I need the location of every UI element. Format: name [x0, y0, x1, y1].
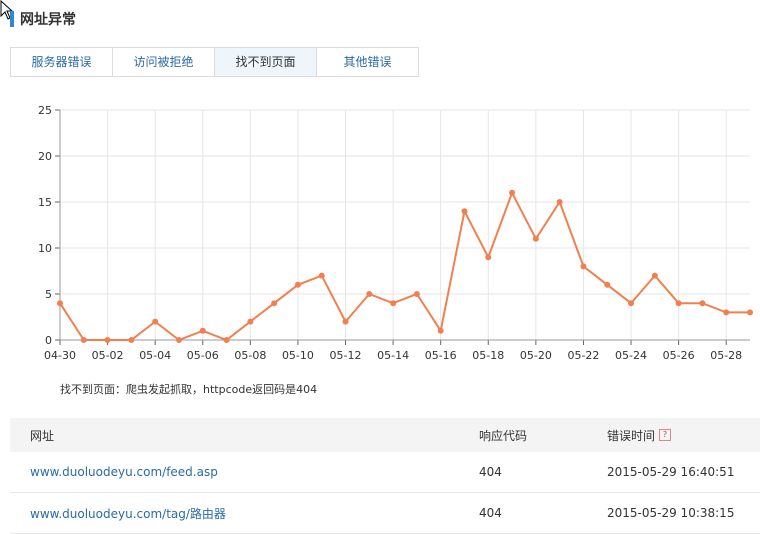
- x-tick-label: 05-04: [139, 349, 171, 362]
- data-point: [437, 327, 444, 334]
- header-error-time-label: 错误时间: [607, 428, 656, 443]
- data-point: [104, 337, 111, 343]
- data-point: [699, 300, 706, 307]
- data-point: [57, 300, 63, 307]
- x-tick-label: 05-10: [282, 349, 314, 362]
- data-point: [604, 281, 611, 288]
- x-tick-label: 05-02: [92, 349, 124, 362]
- data-point: [532, 235, 539, 242]
- url-link[interactable]: www.duoluodeyu.com/tag/路由器: [30, 507, 226, 521]
- data-point: [747, 309, 753, 316]
- tab-server-error[interactable]: 服务器错误: [11, 48, 113, 76]
- data-point: [294, 281, 301, 288]
- x-tick-label: 05-20: [520, 349, 552, 362]
- x-tick-label: 05-12: [330, 349, 362, 362]
- data-point: [318, 272, 325, 279]
- response-code: 404: [479, 506, 502, 520]
- data-point: [366, 291, 373, 297]
- series-line: [59, 190, 750, 342]
- data-point: [223, 337, 230, 343]
- data-point: [580, 263, 587, 270]
- data-point: [651, 272, 658, 279]
- url-link[interactable]: www.duoluodeyu.com/feed.asp: [30, 465, 218, 479]
- y-tick-label: 5: [45, 288, 52, 301]
- data-point: [175, 337, 182, 343]
- error-time: 2015-05-29 10:38:15: [607, 506, 735, 520]
- chart-caption: 找不到页面：爬虫发起抓取，httpcode返回码是404: [60, 383, 318, 396]
- data-point: [80, 337, 87, 343]
- x-tick-label: 05-06: [187, 349, 219, 362]
- response-code: 404: [479, 465, 502, 479]
- data-point: [342, 318, 349, 325]
- tab-other-errors[interactable]: 其他错误: [317, 48, 418, 76]
- y-tick-label: 15: [38, 196, 52, 209]
- data-point: [556, 199, 563, 205]
- data-point: [271, 300, 278, 307]
- data-point: [390, 300, 397, 307]
- data-point: [461, 208, 468, 215]
- data-point: [247, 318, 254, 325]
- y-tick-label: 0: [45, 334, 52, 347]
- table-row: www.duoluodeyu.com/feed.asp 404 2015-05-…: [10, 452, 760, 493]
- header-url: 网址: [30, 428, 55, 443]
- data-point: [152, 318, 159, 325]
- help-icon[interactable]: ?: [659, 429, 672, 441]
- tab-page-not-found[interactable]: 找不到页面: [215, 48, 317, 76]
- header-error-time: 错误时间 ?: [587, 427, 760, 444]
- header-response-code: 响应代码: [479, 428, 528, 443]
- error-trend-chart: 0 5 10 15 20 25 04-30 05-02 05-04 05-06 05-08 05-10…: [38, 104, 753, 362]
- table-row: www.duoluodeyu.com/tag/路由器 404 2015-05-2…: [10, 493, 760, 534]
- data-point: [413, 291, 420, 297]
- y-tick-label: 20: [38, 150, 52, 163]
- x-tick-label: 05-28: [710, 349, 742, 362]
- data-point: [628, 300, 635, 307]
- error-type-tabs: 服务器错误 访问被拒绝 找不到页面 其他错误: [10, 47, 419, 77]
- section-header: 网址异常: [10, 9, 76, 29]
- data-point: [128, 337, 135, 343]
- data-point: [199, 327, 206, 334]
- x-tick-label: 05-14: [377, 349, 409, 362]
- x-tick-label: 05-24: [615, 349, 647, 362]
- data-point: [509, 189, 516, 196]
- section-title: 网址异常: [20, 12, 76, 28]
- table-header: 网址 响应代码 错误时间 ?: [10, 418, 760, 452]
- x-tick-label: 05-22: [567, 349, 599, 362]
- y-tick-label: 10: [38, 242, 52, 255]
- data-point: [723, 309, 730, 316]
- x-tick-label: 04-30: [44, 349, 76, 362]
- section-accent-bar: [10, 11, 14, 27]
- error-time: 2015-05-29 16:40:51: [607, 465, 735, 479]
- x-tick-label: 05-26: [663, 349, 695, 362]
- x-tick-label: 05-16: [425, 349, 457, 362]
- x-tick-label: 05-18: [472, 349, 504, 362]
- y-tick-label: 25: [38, 104, 52, 117]
- x-tick-label: 05-08: [234, 349, 266, 362]
- data-point: [485, 254, 492, 261]
- data-point: [675, 300, 682, 307]
- error-table: 网址 响应代码 错误时间 ? www.duoluodeyu.com/feed.a…: [10, 418, 760, 534]
- tab-access-denied[interactable]: 访问被拒绝: [113, 48, 215, 76]
